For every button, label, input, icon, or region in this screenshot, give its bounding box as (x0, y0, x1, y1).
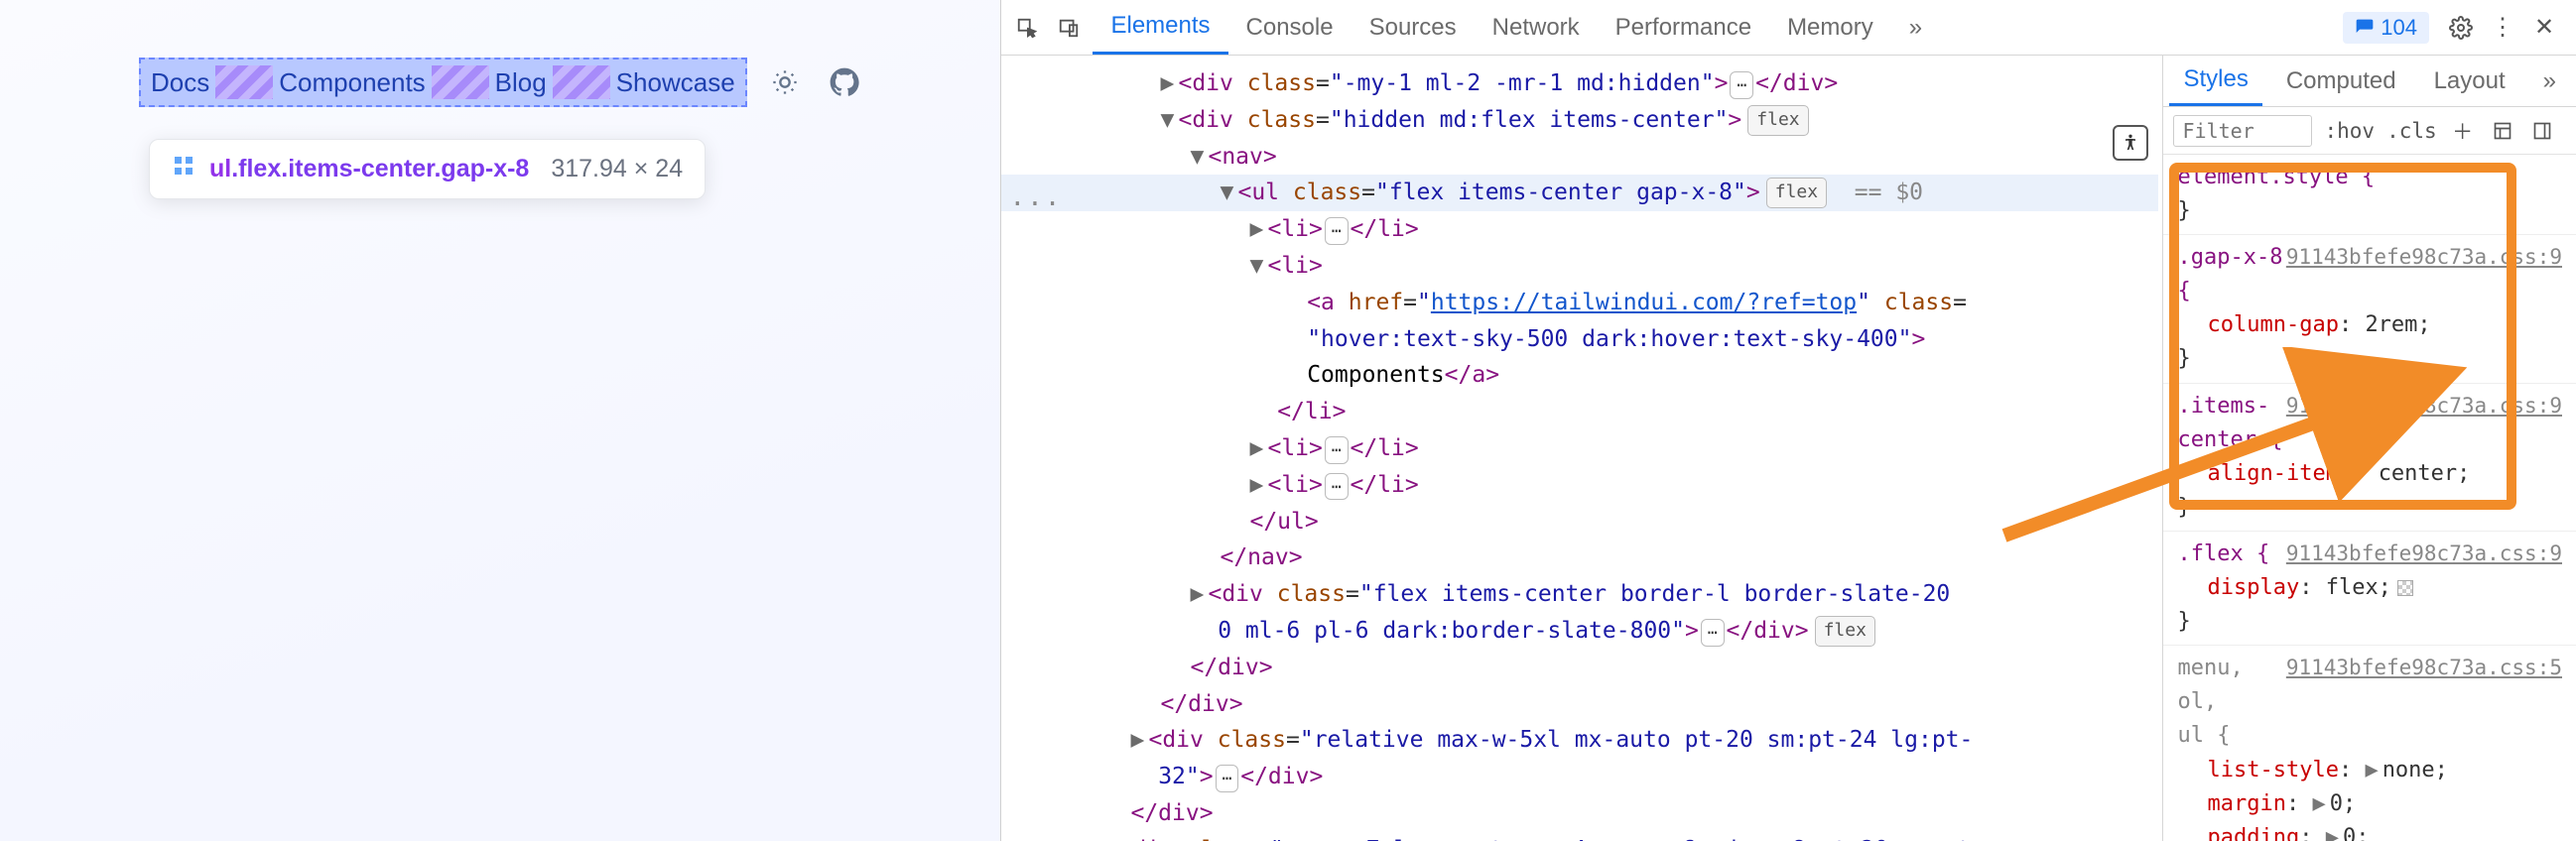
rule-source-link[interactable]: 91143bfefe98c73a.css:9 (2286, 241, 2562, 274)
rule-selector[interactable]: .flex { (2177, 541, 2269, 566)
flex-swatch-icon[interactable] (2397, 580, 2413, 596)
close-devtools-icon[interactable]: ✕ (2526, 10, 2562, 46)
tooltip-tag: ul (209, 155, 231, 182)
device-toggle-icon[interactable] (1051, 10, 1087, 46)
dom-node[interactable]: ▶<li>⋯</li> (1001, 211, 2158, 248)
dom-node[interactable]: ▼<li> (1001, 248, 2158, 285)
issues-count: 104 (2381, 15, 2417, 41)
devtools-tabbar: Elements Console Sources Network Perform… (1001, 0, 2576, 56)
toggle-panel-icon[interactable] (2528, 117, 2556, 145)
rule-source-link[interactable]: 91143bfefe98c73a.css:5 (2286, 652, 2562, 684)
dom-node-selected[interactable]: ▼<ul class="flex items-center gap-x-8">f… (1001, 175, 2158, 211)
css-property[interactable]: display (2207, 575, 2299, 600)
inspected-element-overlay: Docs Components Blog Showcase (139, 58, 747, 107)
issues-counter[interactable]: 104 (2343, 12, 2429, 44)
rule-selector[interactable]: element.style { (2177, 165, 2375, 189)
dom-node[interactable]: <a href="https://tailwindui.com/?ref=top… (1001, 285, 2158, 321)
accessibility-icon[interactable] (2113, 125, 2148, 161)
grid-icon (172, 154, 195, 184)
css-value[interactable]: none; (2383, 758, 2448, 782)
inspect-element-icon[interactable] (1009, 10, 1045, 46)
css-value[interactable]: 2rem; (2365, 312, 2430, 337)
tabs-overflow[interactable]: » (1891, 0, 1940, 55)
styles-tab-computed[interactable]: Computed (2272, 56, 2410, 106)
css-value[interactable]: center; (2379, 461, 2471, 486)
rule-selector[interactable]: .gap-x-8 { (2177, 245, 2282, 303)
github-link-icon[interactable] (823, 60, 866, 104)
css-value[interactable]: flex; (2326, 575, 2391, 600)
nav-link-components: Components (279, 67, 425, 98)
computed-sidebar-icon[interactable] (2489, 117, 2516, 145)
tab-elements[interactable]: Elements (1093, 0, 1227, 55)
dom-node[interactable]: "hover:text-sky-500 dark:hover:text-sky-… (1001, 321, 2158, 358)
dom-node[interactable]: </div> (1001, 686, 2158, 723)
cls-toggle[interactable]: .cls (2386, 119, 2437, 143)
dom-node[interactable]: </ul> (1001, 504, 2158, 541)
dom-node[interactable]: ▼<div class="hidden md:flex items-center… (1001, 102, 2158, 139)
tab-console[interactable]: Console (1228, 0, 1352, 55)
css-property[interactable]: align-items (2207, 461, 2352, 486)
devtools-panel: Elements Console Sources Network Perform… (1000, 0, 2576, 841)
dom-node[interactable]: </li> (1001, 394, 2158, 430)
css-value[interactable]: 0; (2343, 825, 2370, 841)
flex-gap-indicator (432, 65, 489, 99)
tooltip-classes: .flex.items-center.gap-x-8 (231, 155, 529, 182)
dom-node[interactable]: 32">⋯</div> (1001, 759, 2158, 795)
hover-toggle[interactable]: :hov (2324, 119, 2375, 143)
tab-memory[interactable]: Memory (1769, 0, 1891, 55)
css-property[interactable]: margin (2207, 791, 2285, 816)
dom-node[interactable]: ▶<li>⋯</li> (1001, 467, 2158, 504)
styles-tabs-overflow[interactable]: » (2529, 56, 2570, 106)
dom-node[interactable]: ▶<div class="-my-1 ml-2 -mr-1 md:hidden"… (1001, 65, 2158, 102)
nav-link-blog: Blog (495, 67, 547, 98)
css-value[interactable]: 0; (2330, 791, 2357, 816)
styles-tab-layout[interactable]: Layout (2420, 56, 2519, 106)
css-property[interactable]: padding (2207, 825, 2299, 841)
tab-sources[interactable]: Sources (1352, 0, 1475, 55)
dom-tree[interactable]: ··· ▶<div class="-my-1 ml-2 -mr-1 md:hid… (1001, 56, 2162, 841)
new-style-rule-icon[interactable]: ＋ (2449, 117, 2477, 145)
dom-node[interactable]: ▶<div class="flex items-center border-l … (1001, 576, 2158, 613)
rule-selector[interactable]: menu, ol,ul { (2177, 656, 2243, 748)
settings-gear-icon[interactable] (2443, 10, 2479, 46)
css-property[interactable]: list-style (2207, 758, 2338, 782)
css-property[interactable]: column-gap (2207, 312, 2338, 337)
kebab-menu-icon[interactable]: ⋮ (2485, 10, 2520, 46)
dom-node[interactable]: ▶<li>⋯</li> (1001, 430, 2158, 467)
dom-node[interactable]: </div> (1001, 795, 2158, 832)
element-inspector-tooltip: ul.flex.items-center.gap-x-8 317.94 × 24 (149, 139, 706, 199)
styles-tab-styles[interactable]: Styles (2169, 56, 2261, 106)
tab-network[interactable]: Network (1475, 0, 1598, 55)
dom-node[interactable]: 0 ml-6 pl-6 dark:border-slate-800">⋯</di… (1001, 613, 2158, 650)
overflow-indicator-icon[interactable]: ··· (1009, 184, 1062, 226)
dom-node[interactable]: ▼<nav> (1001, 139, 2158, 176)
nav-link-docs: Docs (151, 67, 209, 98)
theme-toggle-button[interactable] (763, 60, 807, 104)
dom-node-text[interactable]: Components</a> (1001, 357, 2158, 394)
dom-node[interactable]: </nav> (1001, 540, 2158, 576)
styles-panel: Styles Computed Layout » :hov .cls ＋ ele… (2162, 56, 2576, 841)
dom-node[interactable]: ▶<div class="relative max-w-5xl mx-auto … (1001, 722, 2158, 759)
rule-source-link[interactable]: 91143bfefe98c73a.css:9 (2286, 538, 2562, 570)
nav-link-showcase: Showcase (616, 67, 735, 98)
styles-filter-input[interactable] (2173, 115, 2312, 147)
rule-source-link[interactable]: 91143bfefe98c73a.css:9 (2286, 390, 2562, 422)
tooltip-dimensions: 317.94 × 24 (551, 155, 683, 183)
dom-node[interactable]: </div> (1001, 650, 2158, 686)
page-preview: Docs Components Blog Showcase ul.flex.it… (0, 0, 1000, 841)
tab-performance[interactable]: Performance (1598, 0, 1769, 55)
rule-selector[interactable]: .items-center { (2177, 394, 2282, 452)
flex-gap-indicator (553, 65, 610, 99)
flex-gap-indicator (215, 65, 273, 99)
css-rules-list[interactable]: element.style { } 91143bfefe98c73a.css:9… (2163, 155, 2576, 841)
dom-node[interactable]: ▶<div class="max-w-7xl mx-auto px-4 sm:p… (1001, 832, 2158, 841)
